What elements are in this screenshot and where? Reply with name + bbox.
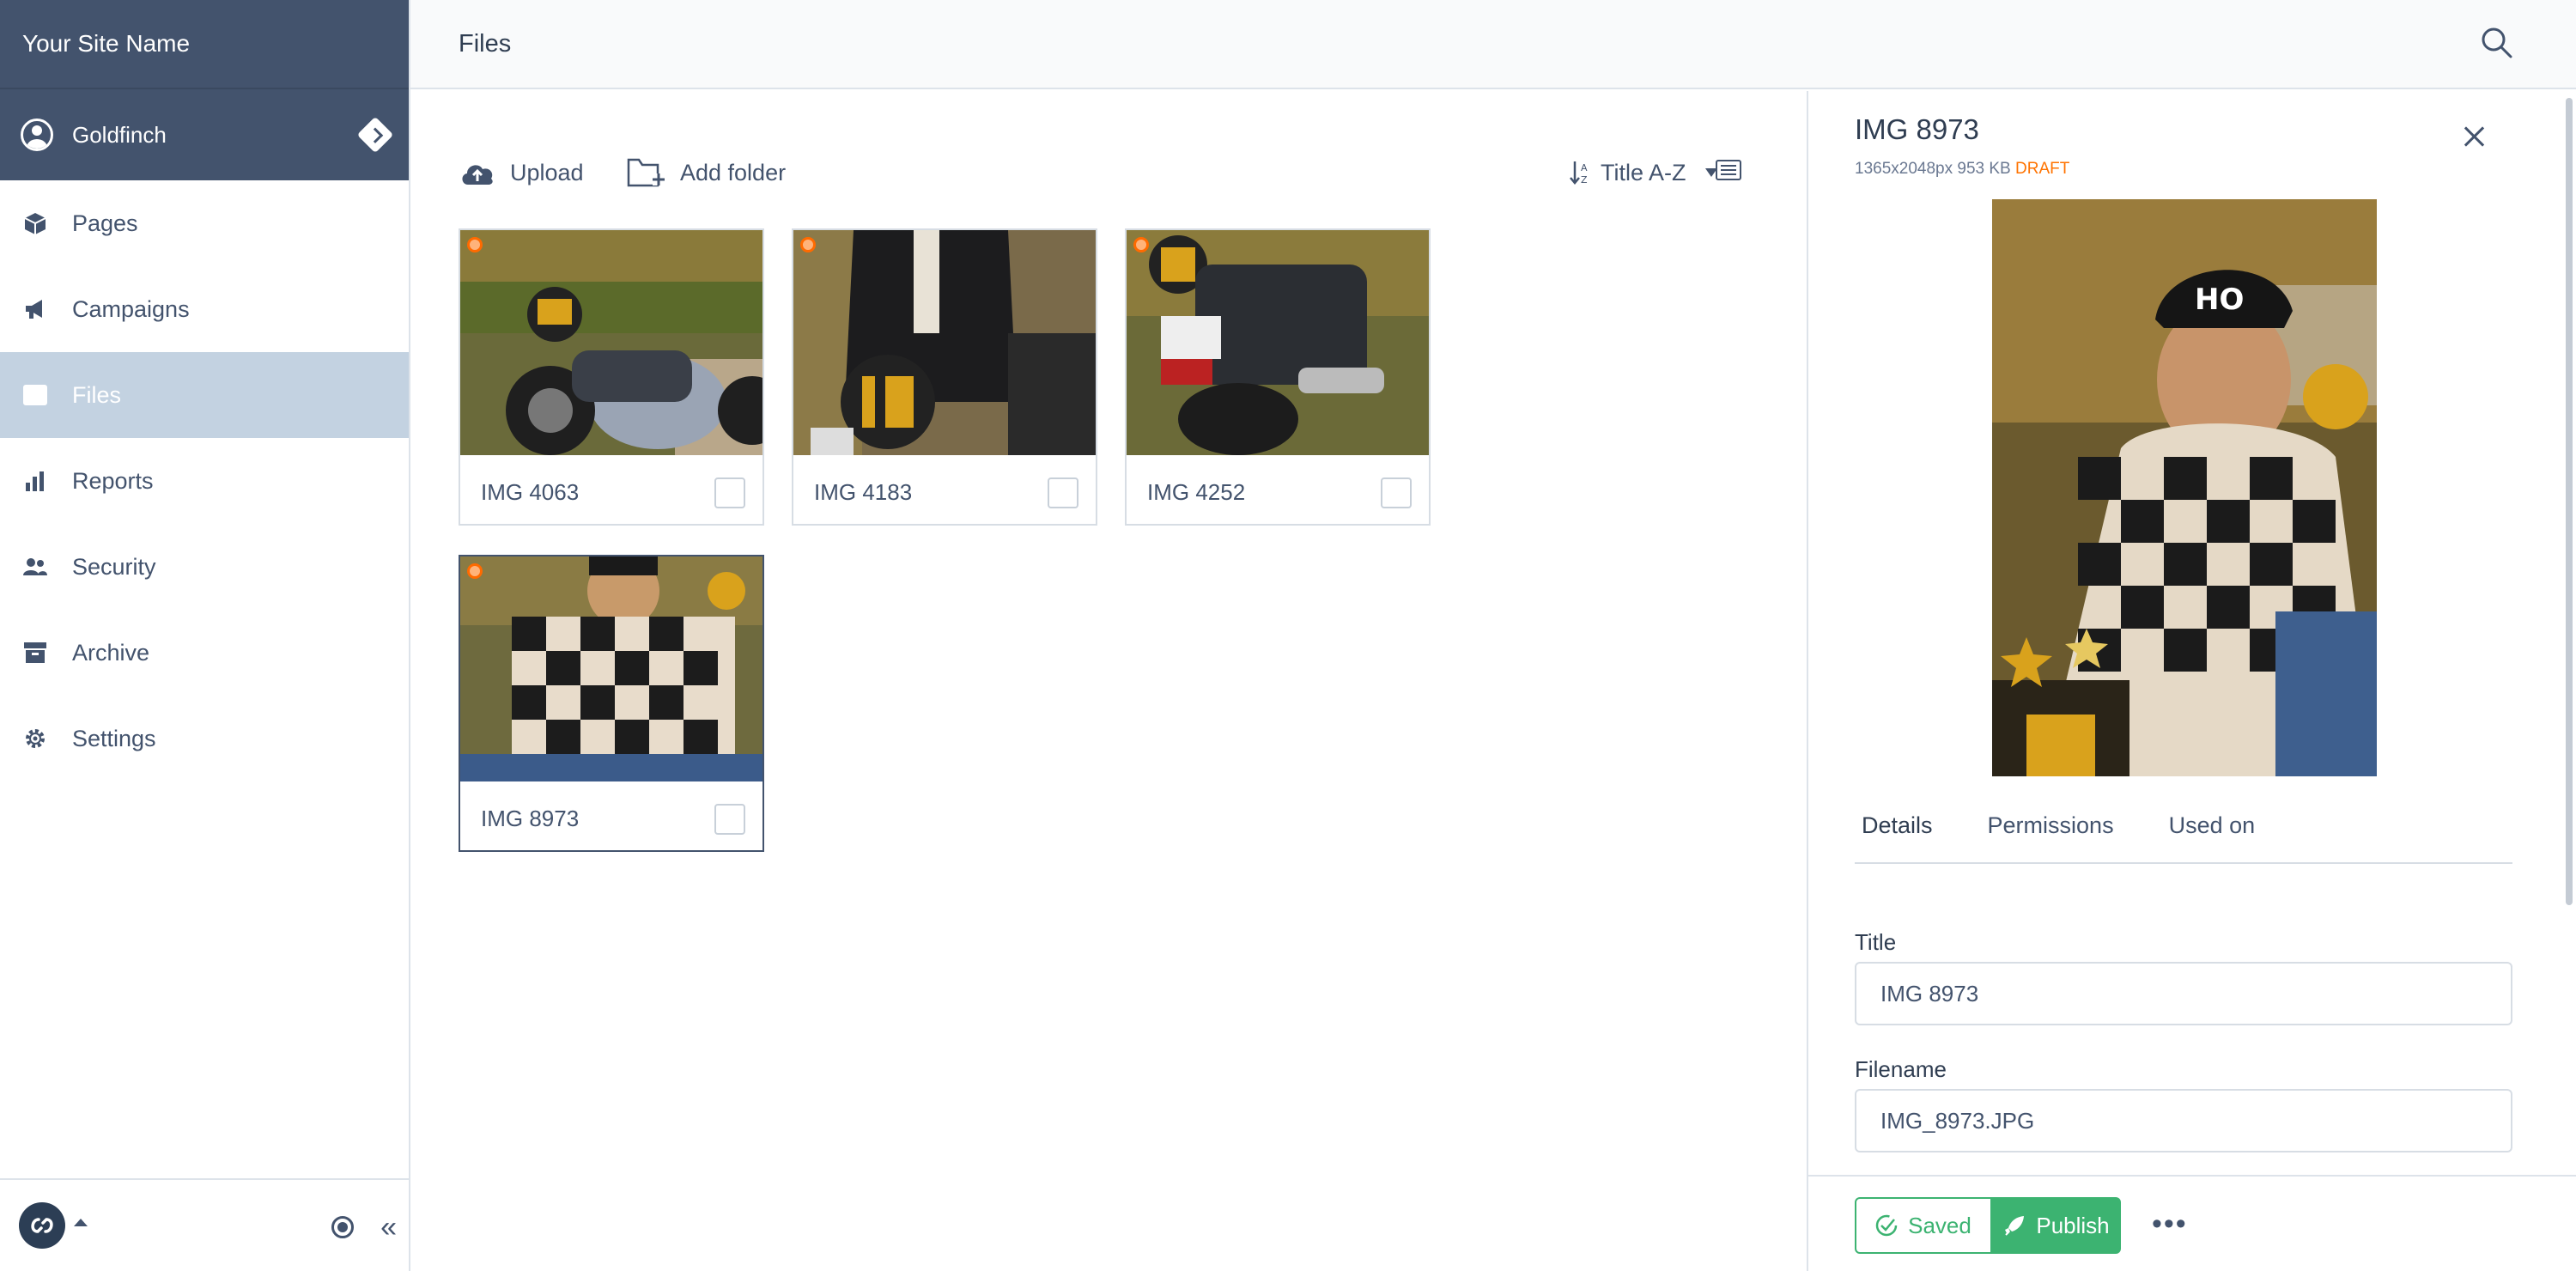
saved-label: Saved [1908, 1212, 1971, 1238]
image-icon [22, 382, 48, 408]
tab-permissions[interactable]: Permissions [1981, 802, 2114, 862]
svg-text:HO: HO [2195, 283, 2244, 317]
sort-label: Title A-Z [1601, 159, 1686, 185]
title-field-label: Title [1855, 929, 1897, 955]
file-title: IMG 4252 [1147, 479, 1246, 505]
sidebar-item-campaigns[interactable]: Campaigns [0, 266, 409, 352]
title-field[interactable]: IMG 8973 [1855, 962, 2512, 1025]
filename-field[interactable]: IMG_8973.JPG [1855, 1089, 2512, 1152]
sidebar-footer: « [0, 1178, 409, 1271]
sidebar-item-label: Pages [72, 210, 138, 236]
publish-button[interactable]: Publish [1992, 1197, 2121, 1254]
file-title: IMG 8973 [481, 806, 580, 831]
file-checkbox[interactable] [714, 477, 745, 508]
draft-indicator-icon [1133, 237, 1149, 252]
app-logo-icon[interactable] [19, 1202, 65, 1249]
saved-button[interactable]: Saved [1855, 1197, 1992, 1254]
image-preview[interactable]: HO [1992, 199, 2377, 776]
file-checkbox[interactable] [714, 804, 745, 835]
sidebar-item-settings[interactable]: Settings [0, 696, 409, 781]
detail-meta: 1365x2048px 953 KB DRAFT [1855, 160, 2069, 179]
user-name: Goldfinch [72, 121, 167, 148]
sidebar: Your Site Name Goldfinch Pages Campaigns… [0, 0, 410, 1271]
preview-mode-icon[interactable] [331, 1216, 354, 1238]
svg-text:Z: Z [1581, 174, 1588, 185]
file-checkbox[interactable] [1048, 477, 1078, 508]
rocket-icon [2005, 1216, 2025, 1236]
close-icon[interactable] [2461, 124, 2487, 149]
sidebar-item-label: Settings [72, 725, 156, 751]
sidebar-item-pages[interactable]: Pages [0, 180, 409, 266]
tab-details[interactable]: Details [1855, 802, 1933, 862]
file-checkbox[interactable] [1381, 477, 1412, 508]
panel-scrollbar[interactable] [2566, 98, 2573, 905]
sidebar-item-security[interactable]: Security [0, 524, 409, 610]
users-icon [22, 554, 48, 580]
user-row[interactable]: Goldfinch [0, 89, 409, 180]
sidebar-item-reports[interactable]: Reports [0, 438, 409, 524]
sidebar-item-label: Files [72, 381, 122, 408]
draft-indicator-icon [467, 563, 483, 579]
svg-text:A: A [1581, 162, 1588, 173]
cloud-upload-icon [462, 165, 493, 185]
search-icon[interactable] [2480, 26, 2514, 64]
file-thumbnail[interactable] [793, 230, 1096, 455]
file-thumbnail[interactable] [1127, 230, 1429, 455]
file-card[interactable]: IMG 4183 [792, 228, 1097, 526]
file-card[interactable]: IMG 4063 [459, 228, 764, 526]
draft-indicator-icon [800, 237, 816, 252]
sidebar-item-label: Archive [72, 639, 150, 666]
list-view-icon[interactable] [1716, 160, 1741, 185]
files-toolbar: Upload Add folder AZ Title A-Z [459, 143, 1807, 203]
file-detail-panel: IMG 8973 1365x2048px 953 KB DRAFT HO Det… [1807, 91, 2576, 1271]
sidebar-item-archive[interactable]: Archive [0, 610, 409, 696]
filename-field-label: Filename [1855, 1056, 1947, 1082]
add-folder-label: Add folder [680, 159, 787, 185]
sidebar-item-files[interactable]: Files [0, 352, 409, 438]
file-thumbnail[interactable] [460, 556, 762, 781]
sidebar-item-label: Security [72, 553, 156, 580]
cube-icon [22, 210, 48, 236]
directions-icon[interactable] [356, 116, 394, 154]
bar-chart-icon [22, 468, 48, 494]
file-dimensions-size: 1365x2048px 953 KB [1855, 160, 2011, 178]
publish-label: Publish [2036, 1212, 2110, 1238]
upload-button[interactable]: Upload [459, 143, 584, 203]
site-name[interactable]: Your Site Name [0, 0, 409, 89]
more-options-button[interactable]: ••• [2152, 1209, 2188, 1238]
collapse-sidebar-button[interactable]: « [380, 1211, 397, 1244]
add-folder-button[interactable]: Add folder [627, 143, 786, 203]
files-main: Upload Add folder AZ Title A-Z IMG 4063 … [412, 91, 1807, 1271]
sort-az-icon: AZ [1570, 161, 1588, 185]
top-bar: Files [410, 0, 2576, 89]
tab-used-on[interactable]: Used on [2162, 802, 2256, 862]
user-avatar-icon [21, 119, 53, 151]
upload-label: Upload [510, 159, 584, 185]
file-title: IMG 4063 [481, 479, 580, 505]
draft-indicator-icon [467, 237, 483, 252]
megaphone-icon [22, 296, 48, 322]
detail-tabs: Details Permissions Used on [1855, 802, 2512, 864]
sidebar-item-label: Campaigns [72, 295, 190, 322]
file-thumbnail[interactable] [460, 230, 762, 455]
file-title: IMG 4183 [814, 479, 913, 505]
detail-title: IMG 8973 [1855, 113, 1979, 145]
sidebar-item-label: Reports [72, 467, 154, 494]
file-card-selected[interactable]: IMG 8973 [459, 555, 764, 852]
status-badge: DRAFT [2015, 160, 2070, 178]
page-title: Files [459, 29, 512, 58]
gear-icon [22, 726, 48, 751]
file-card[interactable]: IMG 4252 [1125, 228, 1431, 526]
sidebar-menu: Pages Campaigns Files Reports Security A… [0, 180, 409, 781]
sort-dropdown[interactable]: AZ Title A-Z [1570, 143, 1717, 203]
check-circle-icon [1875, 1214, 1898, 1237]
detail-actions: Saved Publish ••• [1808, 1175, 2576, 1271]
archive-box-icon [22, 640, 48, 666]
caret-up-icon[interactable] [74, 1218, 88, 1226]
add-folder-icon [627, 158, 665, 187]
